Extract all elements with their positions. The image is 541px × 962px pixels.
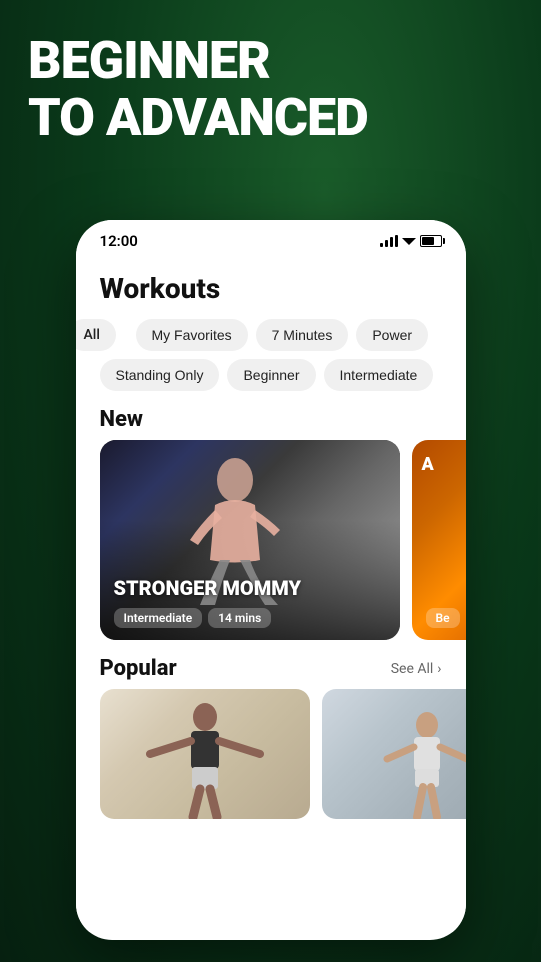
popular-cards-row	[76, 689, 466, 819]
signal-icon	[380, 235, 398, 247]
tag-intermediate: Intermediate	[114, 608, 203, 628]
hero-section: BEGINNER TO ADVANCED	[28, 32, 368, 146]
person-figure-2	[377, 709, 466, 819]
card-tags-secondary: Be	[426, 608, 460, 628]
app-header: Workouts	[76, 256, 466, 315]
filter-section-2: Standing Only Beginner Intermediate	[76, 355, 466, 395]
filter-chip-all[interactable]: All	[76, 319, 116, 351]
filter-chip-beginner[interactable]: Beginner	[227, 359, 315, 391]
status-time: 12:00	[100, 232, 138, 250]
popular-card-2[interactable]	[322, 689, 466, 819]
tag-14mins: 14 mins	[208, 608, 271, 628]
filter-section-1: All My Favorites 7 Minutes Power	[76, 315, 466, 355]
card-title-stronger-mommy: STRONGER MOMMY	[114, 576, 386, 600]
filter-chip-standing[interactable]: Standing Only	[100, 359, 220, 391]
page-title: Workouts	[100, 272, 442, 305]
status-icons	[380, 235, 442, 247]
card-secondary[interactable]: A Be	[412, 440, 466, 640]
phone-mockup: 12:00 Workouts	[76, 220, 466, 940]
filter-chip-intermediate[interactable]: Intermediate	[324, 359, 434, 391]
chevron-right-icon: ›	[437, 661, 441, 677]
filter-chip-favorites[interactable]: My Favorites	[136, 319, 248, 351]
man-figure	[145, 699, 265, 819]
see-all-button[interactable]: See All ›	[391, 661, 442, 677]
filter-chip-power[interactable]: Power	[356, 319, 428, 351]
tag-be: Be	[426, 608, 460, 628]
popular-section-label: Popular	[100, 656, 177, 681]
hero-title-line1: BEGINNER	[28, 32, 368, 89]
filter-chip-7min[interactable]: 7 Minutes	[256, 319, 349, 351]
wifi-icon	[402, 235, 416, 247]
card-title-secondary: A	[422, 454, 434, 475]
hero-title-line2: TO ADVANCED	[28, 89, 368, 146]
new-section-label: New	[76, 395, 466, 440]
new-cards-row: STRONGER MOMMY Intermediate 14 mins A Be	[76, 440, 466, 640]
card-tags-stronger-mommy: Intermediate 14 mins	[114, 608, 272, 628]
popular-header: Popular See All ›	[76, 640, 466, 689]
battery-icon	[420, 235, 442, 247]
popular-card-1[interactable]	[100, 689, 310, 819]
status-bar: 12:00	[76, 220, 466, 256]
app-content: Workouts All My Favorites 7 Minutes Powe…	[76, 256, 466, 932]
card-stronger-mommy[interactable]: STRONGER MOMMY Intermediate 14 mins	[100, 440, 400, 640]
